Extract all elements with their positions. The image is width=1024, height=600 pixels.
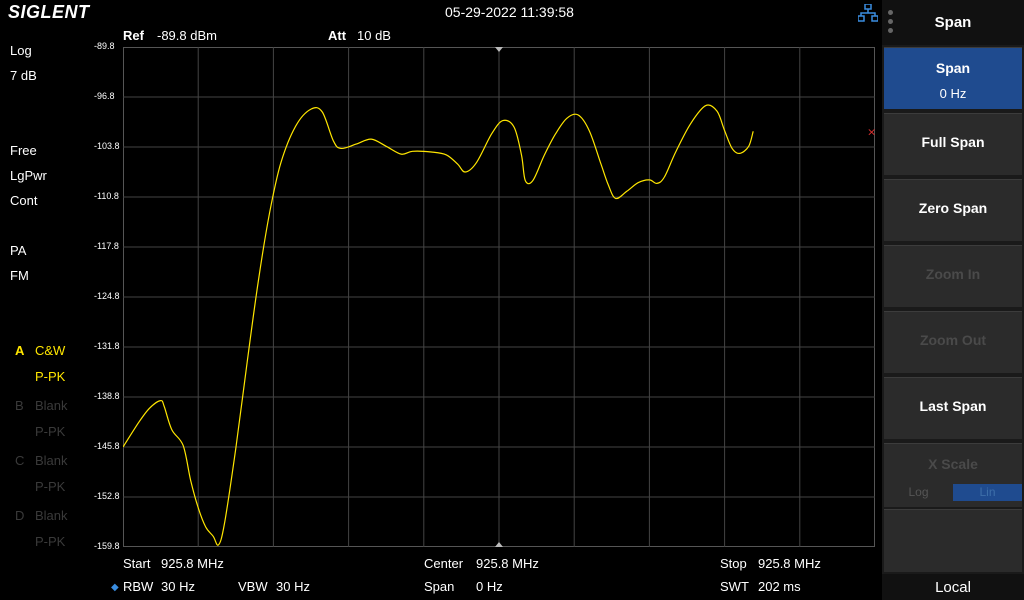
fm-status: FM	[10, 268, 29, 283]
stop-value[interactable]: 925.8 MHz	[758, 556, 821, 571]
softkey-zero-span[interactable]: Zero Span	[884, 179, 1022, 241]
softkey-zero-span-label: Zero Span	[918, 200, 988, 216]
network-icon[interactable]	[858, 4, 878, 22]
ref-value[interactable]: -89.8 dBm	[157, 28, 217, 43]
trace-c-mode: Blank	[35, 453, 68, 468]
trace-a-detector: P-PK	[35, 369, 66, 384]
menu-handle-icon[interactable]	[888, 10, 894, 37]
menu-title: Span	[934, 14, 972, 31]
swt-value[interactable]: 202 ms	[758, 579, 801, 594]
rbw-label: RBW	[123, 579, 154, 594]
y-tick-label: -159.8	[94, 541, 120, 551]
y-tick-label: -103.8	[94, 141, 120, 151]
trace-end-marker-icon: ×	[867, 125, 875, 138]
rbw-value[interactable]: 30 Hz	[161, 579, 195, 594]
softkey-zoom-in[interactable]: Zoom In	[884, 245, 1022, 307]
swt-label: SWT	[720, 579, 749, 594]
y-tick-label: -89.8	[94, 41, 115, 51]
trace-b-letter[interactable]: B	[15, 398, 24, 413]
att-label: Att	[328, 28, 347, 43]
x-scale-lin[interactable]: Lin	[953, 484, 1022, 501]
spectrum-plot[interactable]: ×	[123, 47, 875, 547]
softkey-full-span[interactable]: Full Span	[884, 113, 1022, 175]
softkey-span-label: Span	[935, 60, 971, 76]
center-marker-bottom	[495, 542, 503, 547]
softkey-x-scale-label: X Scale	[928, 456, 978, 472]
datetime: 05-29-2022 11:39:58	[445, 4, 574, 20]
softkey-span[interactable]: Span 0 Hz	[884, 47, 1022, 109]
x-scale-log[interactable]: Log	[884, 484, 953, 501]
softkey-zoom-in-label: Zoom In	[925, 266, 981, 282]
y-tick-label: -117.8	[94, 241, 119, 251]
center-label: Center	[424, 556, 464, 571]
trace-b-detector: P-PK	[35, 424, 66, 439]
trace-d-mode: Blank	[35, 508, 68, 523]
y-tick-label: -138.8	[94, 391, 120, 401]
y-tick-label: -124.8	[94, 291, 120, 301]
trace-c-letter[interactable]: C	[15, 453, 24, 468]
center-value[interactable]: 925.8 MHz	[476, 556, 539, 571]
softkey-last-span[interactable]: Last Span	[884, 377, 1022, 439]
trace-a-line	[123, 104, 754, 546]
vbw-value[interactable]: 30 Hz	[276, 579, 310, 594]
softkey-full-span-label: Full Span	[921, 134, 985, 150]
scale-div: 7 dB	[10, 68, 37, 83]
local-button[interactable]: Local	[882, 574, 1024, 600]
start-value[interactable]: 925.8 MHz	[161, 556, 224, 571]
y-tick-label: -96.8	[94, 91, 115, 101]
sweep-mode: Cont	[10, 193, 38, 208]
local-label: Local	[935, 579, 971, 596]
trace-a-letter[interactable]: A	[15, 343, 24, 358]
brand-logo: SIGLENT	[8, 2, 90, 22]
span-value[interactable]: 0 Hz	[476, 579, 503, 594]
y-tick-label: -110.8	[94, 191, 119, 201]
att-value[interactable]: 10 dB	[357, 28, 391, 43]
avg-type: LgPwr	[10, 168, 47, 183]
ref-label: Ref	[123, 28, 144, 43]
softkey-zoom-out-label: Zoom Out	[919, 332, 987, 348]
trigger-mode: Free	[10, 143, 37, 158]
start-label: Start	[123, 556, 151, 571]
preamp-status: PA	[10, 243, 27, 258]
stop-label: Stop	[720, 556, 747, 571]
vbw-label: VBW	[238, 579, 268, 594]
softkey-empty	[884, 509, 1022, 572]
trace-d-letter[interactable]: D	[15, 508, 24, 523]
rbw-indicator-icon: ◆	[111, 582, 119, 593]
trace-d-detector: P-PK	[35, 534, 66, 549]
trace-b-mode: Blank	[35, 398, 68, 413]
graticule	[123, 47, 875, 547]
center-marker-top	[495, 47, 503, 52]
x-scale-toggle[interactable]: Log Lin	[884, 484, 1022, 501]
trace-c-detector: P-PK	[35, 479, 66, 494]
softkey-last-span-label: Last Span	[919, 398, 987, 414]
span-label: Span	[424, 579, 455, 594]
softkey-span-value: 0 Hz	[939, 86, 967, 101]
top-bar	[0, 0, 882, 24]
softkey-zoom-out[interactable]: Zoom Out	[884, 311, 1022, 373]
trace-a-mode: C&W	[35, 343, 66, 358]
y-tick-label: -145.8	[94, 441, 120, 451]
menu-title-bar: Span	[882, 0, 1024, 45]
scale-type: Log	[10, 43, 32, 58]
y-tick-label: -152.8	[94, 491, 120, 501]
y-tick-label: -131.8	[94, 341, 120, 351]
